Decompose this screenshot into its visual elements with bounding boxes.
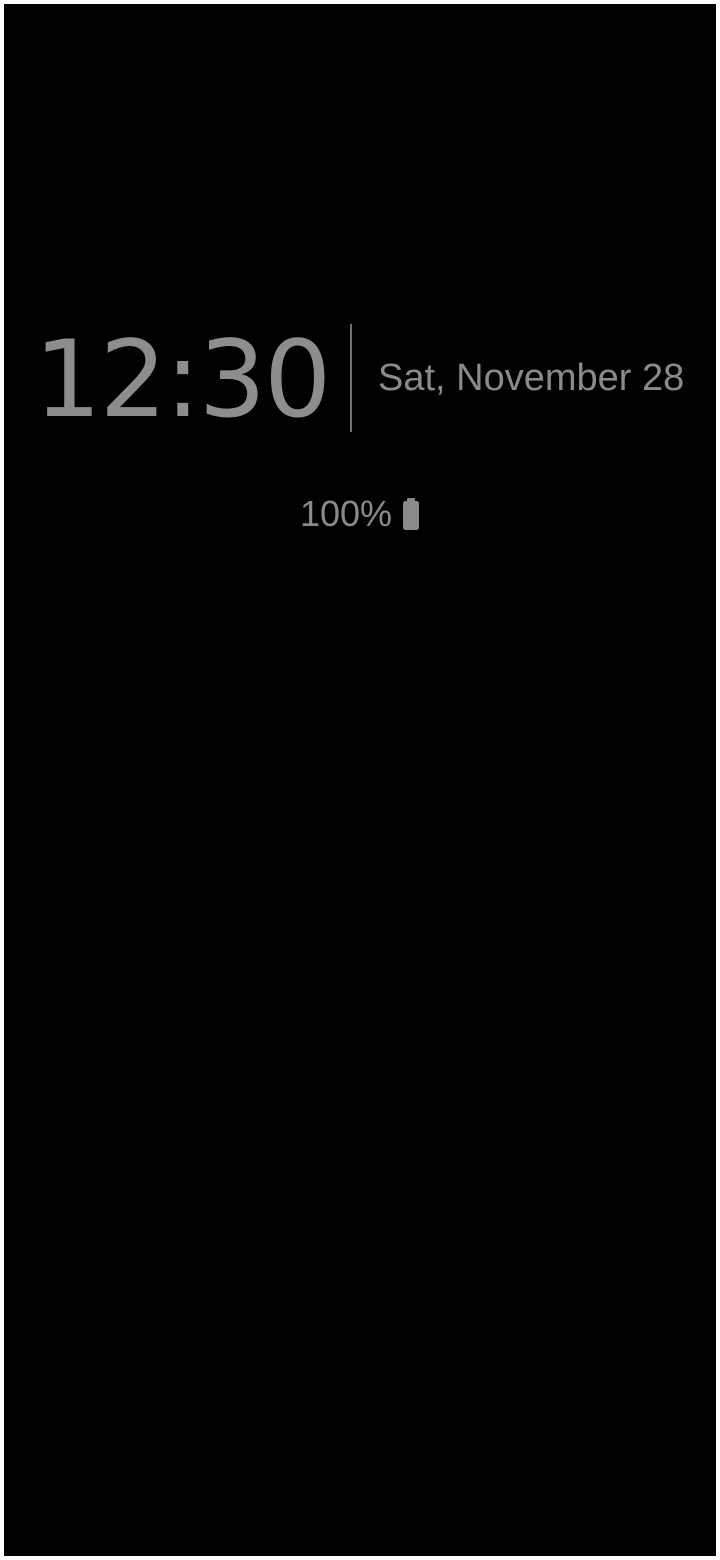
clock-time: 12:30 (34, 318, 331, 441)
clock-row: 12:30 Sat, November 28 (4, 322, 716, 438)
battery-full-icon (402, 498, 420, 530)
battery-percent: 100% (299, 493, 393, 534)
battery-status: 100% (4, 492, 716, 536)
clock-divider (350, 324, 352, 432)
always-on-display: 12:30 Sat, November 28 100% (4, 4, 716, 1556)
clock-date: Sat, November 28 (378, 357, 685, 399)
